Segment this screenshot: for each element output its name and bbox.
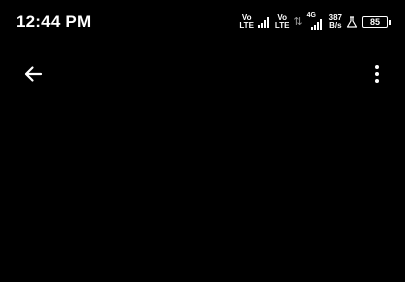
alarm-flask-icon	[346, 16, 358, 28]
volte-icon: Vo LTE	[239, 14, 254, 30]
signal-icon-sim2: 4G	[307, 12, 325, 30]
volte-icon-sim2: Vo LTE	[275, 14, 290, 30]
data-activity-icon: ⇅	[293, 16, 303, 28]
status-icons: Vo LTE Vo LTE ⇅ 4G 387 B/s 85	[239, 10, 391, 34]
signal-icon	[257, 16, 269, 28]
network-speed: 387 B/s	[329, 14, 342, 30]
arrow-left-icon	[24, 66, 43, 82]
status-time: 12:44 PM	[16, 12, 92, 31]
more-options-button[interactable]	[367, 61, 387, 87]
network-speed-unit: B/s	[329, 21, 342, 30]
content-area	[0, 100, 405, 282]
battery-icon: 85	[362, 16, 391, 28]
volte-label-bottom: LTE	[239, 21, 254, 30]
back-button[interactable]	[20, 61, 46, 87]
volte-label-bottom-sim2: LTE	[274, 21, 290, 30]
screen: 12:44 PM Vo LTE Vo LTE ⇅ 4G 387 B/s 85	[0, 0, 405, 282]
status-bar: 12:44 PM Vo LTE Vo LTE ⇅ 4G 387 B/s 85	[0, 0, 405, 44]
more-vertical-icon	[375, 65, 379, 83]
battery-level: 85	[362, 16, 388, 28]
